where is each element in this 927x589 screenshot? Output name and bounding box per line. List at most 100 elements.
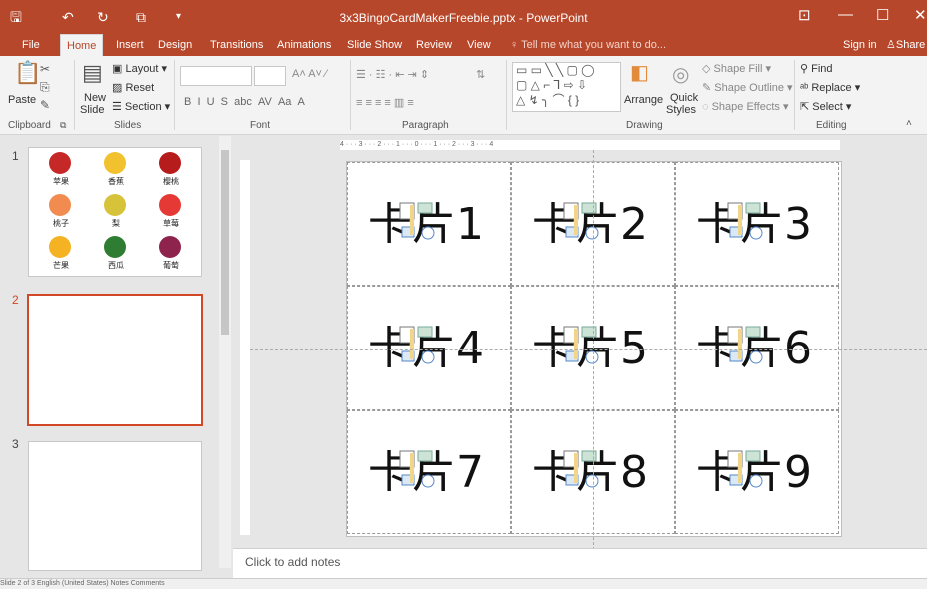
fruit-cell: 葡萄 xyxy=(145,234,197,274)
title-bar: 🖫 ↶ ↻ ⧉ ▾ 3x3BingoCardMakerFreebie.pptx … xyxy=(0,0,927,34)
card-picture-placeholder-icon[interactable] xyxy=(726,449,766,491)
card-picture-placeholder-icon[interactable] xyxy=(398,449,438,491)
share-button[interactable]: ♙Share xyxy=(886,34,925,56)
bingo-card[interactable]: 卡片1 xyxy=(347,162,511,286)
slide-thumbnail-2[interactable] xyxy=(27,294,203,426)
bingo-card[interactable]: 卡片4 xyxy=(347,286,511,410)
status-bar: Slide 2 of 3 English (United States) Not… xyxy=(0,578,927,589)
close-icon[interactable]: ✕ xyxy=(914,6,927,24)
bingo-card[interactable]: 卡片7 xyxy=(347,410,511,534)
quick-styles-button-label2[interactable]: Styles xyxy=(666,104,696,116)
new-slide-button-label2[interactable]: Slide xyxy=(80,104,104,116)
notes-placeholder: Click to add notes xyxy=(245,555,341,569)
reset-button[interactable]: ▨ Reset xyxy=(112,81,154,94)
tab-insert[interactable]: Insert xyxy=(110,34,150,56)
quick-styles-icon[interactable]: ◎ xyxy=(672,62,689,87)
reset-label: Reset xyxy=(125,82,155,94)
tab-slide-show[interactable]: Slide Show xyxy=(341,34,408,56)
fruit-image xyxy=(104,194,126,216)
ribbon-display-icon[interactable]: ⊡ xyxy=(798,6,811,24)
bingo-card[interactable]: 卡片6 xyxy=(675,286,839,410)
shape-outline-label: Shape Outline xyxy=(714,82,784,94)
card-picture-placeholder-icon[interactable] xyxy=(726,325,766,367)
tab-view[interactable]: View xyxy=(461,34,497,56)
minimize-icon[interactable]: — xyxy=(838,6,853,23)
bingo-card[interactable]: 卡片3 xyxy=(675,162,839,286)
new-slide-button[interactable]: New xyxy=(84,92,106,104)
collapse-ribbon-icon[interactable]: ˄ xyxy=(906,118,912,129)
card-picture-placeholder-icon[interactable] xyxy=(562,201,602,243)
pen-icon: ✎ xyxy=(702,82,715,94)
select-button[interactable]: ⇱ Select ▾ xyxy=(800,100,851,113)
cut-icon[interactable]: ✂ xyxy=(40,62,50,76)
sign-in-link[interactable]: Sign in xyxy=(843,34,877,56)
arrange-icon[interactable]: ◧ xyxy=(630,60,649,85)
tab-animations[interactable]: Animations xyxy=(271,34,337,56)
card-picture-placeholder-icon[interactable] xyxy=(398,201,438,243)
align-buttons[interactable]: ≡ ≡ ≡ ≡ ▥ ≡ xyxy=(356,96,414,109)
tab-review[interactable]: Review xyxy=(410,34,458,56)
cursor-icon: ⇱ xyxy=(800,101,813,113)
grow-font-icon[interactable]: A˄ A˅ ⁄ xyxy=(292,68,327,80)
share-label: Share xyxy=(895,39,926,51)
fruit-image xyxy=(104,236,126,258)
slides-group-label: Slides xyxy=(114,120,142,131)
shapes-gallery[interactable]: ▭ ▭ ╲ ╲ ▢ ◯ ▢ △ ⌐ ⅂ ⇨ ⇩ △ ↯ ╮ ⌒ { } xyxy=(512,62,621,112)
shape-outline-button[interactable]: ✎ Shape Outline ▾ xyxy=(702,81,793,94)
card-picture-placeholder-icon[interactable] xyxy=(726,201,766,243)
font-name-input[interactable] xyxy=(180,66,252,86)
tab-file[interactable]: File xyxy=(16,34,46,56)
new-slide-icon[interactable]: ▤ xyxy=(82,60,103,86)
horizontal-guide xyxy=(250,349,927,350)
find-button[interactable]: ⚲ Find xyxy=(800,62,833,75)
quick-styles-button[interactable]: Quick xyxy=(670,92,698,104)
fruit-cell: 草莓 xyxy=(145,192,197,232)
thumbnail-scrollbar[interactable] xyxy=(219,136,231,568)
font-size-input[interactable] xyxy=(254,66,286,86)
paragraph-group-label: Paragraph xyxy=(402,120,449,131)
replace-button[interactable]: ᵃᵇ Replace ▾ xyxy=(800,81,860,94)
maximize-icon[interactable]: ☐ xyxy=(876,6,889,24)
slide-thumbnail-3[interactable] xyxy=(28,441,202,571)
list-buttons[interactable]: ☰ · ☷ · ⇤ ⇥ ⇕ xyxy=(356,68,429,81)
card-picture-placeholder-icon[interactable] xyxy=(562,449,602,491)
copy-icon[interactable]: ⎘ xyxy=(40,80,50,95)
font-format-buttons[interactable]: B I U S abc AV Aa A xyxy=(184,96,305,108)
slide-thumbnail-1[interactable]: 苹果 香蕉 樱桃 桃子 梨 草莓 芒果 西瓜 葡萄 xyxy=(28,147,202,277)
paste-button[interactable]: Paste xyxy=(8,94,36,106)
fruit-name: 芒果 xyxy=(53,261,69,270)
vertical-ruler xyxy=(240,160,250,535)
scrollbar-thumb[interactable] xyxy=(221,150,229,335)
text-direction-icon[interactable]: ⇅ xyxy=(476,68,485,81)
layout-button[interactable]: ▣ Layout ▾ xyxy=(112,62,167,75)
notes-pane[interactable]: Click to add notes xyxy=(233,548,927,579)
horizontal-ruler: 4 · · · 3 · · · 2 · · · 1 · · · 0 · · · … xyxy=(340,140,840,150)
tell-me-search[interactable]: ♀ Tell me what you want to do... xyxy=(510,34,666,56)
fruit-name: 桃子 xyxy=(53,219,69,228)
clipboard-launcher-icon[interactable]: ⧉ xyxy=(60,120,66,131)
fruit-cell: 芒果 xyxy=(35,234,87,274)
fruit-name: 梨 xyxy=(112,219,120,228)
fruit-image xyxy=(159,194,181,216)
replace-icon: ᵃᵇ xyxy=(800,82,812,94)
paste-icon[interactable]: 📋 xyxy=(14,60,41,86)
divider xyxy=(506,60,507,130)
format-painter-icon[interactable]: ✎ xyxy=(40,98,50,112)
tab-home[interactable]: Home xyxy=(60,34,104,57)
fruit-cell: 樱桃 xyxy=(145,150,197,190)
card-picture-placeholder-icon[interactable] xyxy=(562,325,602,367)
divider xyxy=(74,60,75,130)
card-picture-placeholder-icon[interactable] xyxy=(398,325,438,367)
section-button[interactable]: ☰ Section ▾ xyxy=(112,100,170,113)
font-group-label: Font xyxy=(250,120,271,131)
shape-effects-button[interactable]: ◌ Shape Effects ▾ xyxy=(702,100,788,113)
fruit-cell: 香蕉 xyxy=(90,150,142,190)
bingo-card[interactable]: 卡片9 xyxy=(675,410,839,534)
tab-design[interactable]: Design xyxy=(152,34,198,56)
divider xyxy=(174,60,175,130)
shape-fill-button[interactable]: ◇ Shape Fill ▾ xyxy=(702,62,771,75)
tab-transitions[interactable]: Transitions xyxy=(204,34,269,56)
fruit-image xyxy=(49,194,71,216)
arrange-button[interactable]: Arrange xyxy=(624,94,663,106)
select-label: Select xyxy=(812,101,843,113)
